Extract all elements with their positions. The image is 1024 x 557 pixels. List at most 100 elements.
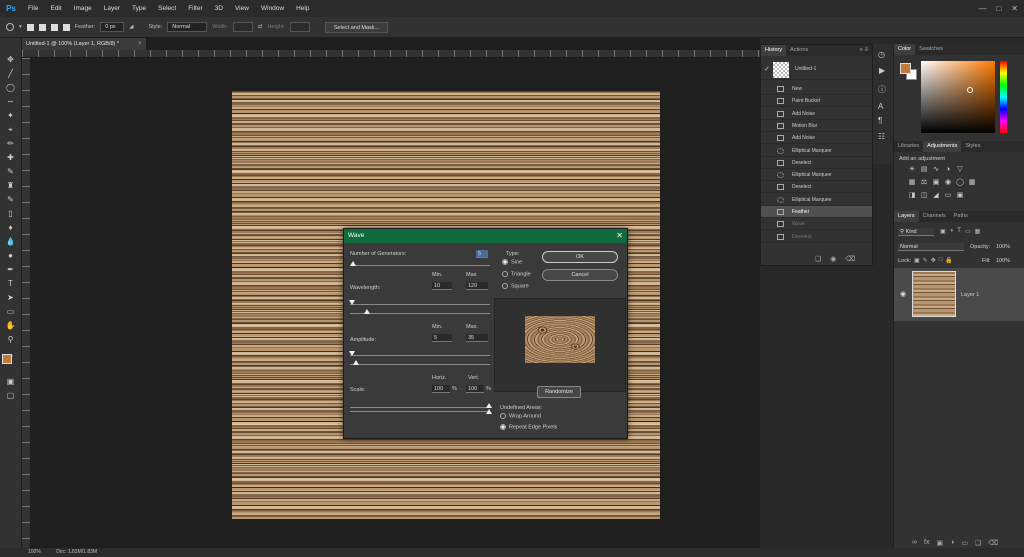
color-lookup-icon[interactable]: ▦ bbox=[968, 179, 976, 187]
type-sine-option[interactable]: Sine bbox=[502, 259, 522, 265]
invert-icon[interactable]: ◨ bbox=[908, 192, 916, 200]
lock-position-icon[interactable]: ✥ bbox=[931, 257, 936, 264]
magic-wand-icon[interactable]: ✦ bbox=[4, 110, 17, 121]
selective-color-icon[interactable]: ▣ bbox=[956, 192, 964, 200]
wavelength-min-knob[interactable] bbox=[349, 300, 355, 305]
link-layers-icon[interactable]: ∞ bbox=[912, 539, 917, 547]
new-adjustment-icon[interactable]: ◑ bbox=[950, 539, 954, 547]
gradient-map-icon[interactable]: ▭ bbox=[944, 192, 952, 200]
type-tool-icon[interactable]: T bbox=[4, 278, 17, 289]
menu-3d[interactable]: 3D bbox=[209, 0, 229, 17]
history-snapshot[interactable]: ✓ Untitled-1 bbox=[761, 60, 872, 80]
subtract-selection-icon[interactable] bbox=[50, 23, 58, 31]
history-brush-icon[interactable]: ✎ bbox=[4, 194, 17, 205]
triangle-radio[interactable] bbox=[502, 271, 508, 277]
lasso-tool-icon[interactable]: ∽ bbox=[4, 96, 17, 107]
close-icon[interactable]: ✕ bbox=[1011, 0, 1018, 17]
fill-input[interactable]: 100% bbox=[996, 258, 1010, 264]
intersect-selection-icon[interactable] bbox=[62, 23, 70, 31]
menu-image[interactable]: Image bbox=[68, 0, 98, 17]
curves-icon[interactable]: ∿ bbox=[932, 166, 940, 174]
camera-icon[interactable]: ◉ bbox=[830, 255, 836, 263]
select-and-mask-button[interactable]: Select and Mask... bbox=[324, 21, 389, 33]
brush-tool-icon[interactable]: ✎ bbox=[4, 166, 17, 177]
generators-slider-knob[interactable] bbox=[350, 261, 356, 266]
minimize-icon[interactable]: — bbox=[978, 0, 986, 17]
color-balance-icon[interactable]: ⚖ bbox=[920, 179, 928, 187]
tab-swatches[interactable]: Swatches bbox=[915, 44, 947, 55]
zoom-tool-icon[interactable]: ⚲ bbox=[4, 334, 17, 345]
blur-tool-icon[interactable]: 💧 bbox=[4, 236, 17, 247]
add-selection-icon[interactable] bbox=[38, 23, 46, 31]
blend-mode-select[interactable]: Normal bbox=[898, 243, 964, 251]
scale-horiz-track[interactable] bbox=[350, 407, 490, 408]
wavelength-max-knob[interactable] bbox=[364, 309, 370, 314]
tab-paths[interactable]: Paths bbox=[950, 211, 972, 222]
layer-row[interactable]: ◉ Layer 1 bbox=[894, 268, 1024, 321]
opacity-input[interactable]: 100% bbox=[996, 244, 1010, 250]
tab-layers[interactable]: Layers bbox=[894, 211, 919, 222]
scale-vert-knob[interactable] bbox=[486, 409, 492, 414]
posterize-icon[interactable]: ◫ bbox=[920, 192, 928, 200]
history-item[interactable]: New bbox=[761, 83, 872, 95]
menu-edit[interactable]: Edit bbox=[44, 0, 67, 17]
new-document-from-state-icon[interactable]: ❏ bbox=[815, 255, 821, 263]
tab-adjustments[interactable]: Adjustments bbox=[923, 141, 962, 152]
wavelength-min-input[interactable]: 10 bbox=[432, 282, 452, 290]
generators-input[interactable]: 5 bbox=[476, 250, 488, 258]
new-layer-icon[interactable]: ❏ bbox=[975, 539, 981, 547]
quick-mask-icon[interactable]: ▣ bbox=[4, 376, 17, 387]
tab-history[interactable]: History bbox=[761, 45, 787, 56]
history-item[interactable]: Deselect bbox=[761, 181, 872, 194]
filter-kind-select[interactable]: ⚲ Kind bbox=[898, 228, 934, 236]
menu-type[interactable]: Type bbox=[126, 0, 152, 17]
info-icon[interactable]: ⓘ bbox=[878, 84, 886, 95]
dialog-close-icon[interactable]: ✕ bbox=[616, 229, 623, 243]
tab-actions[interactable]: Actions bbox=[786, 45, 812, 56]
scale-horiz-knob[interactable] bbox=[486, 403, 492, 408]
foreground-color-chip[interactable] bbox=[900, 63, 911, 74]
levels-icon[interactable]: ▤ bbox=[920, 166, 928, 174]
lock-pixels-icon[interactable]: ✎ bbox=[923, 257, 928, 264]
tab-styles[interactable]: Styles bbox=[961, 141, 984, 152]
maximize-icon[interactable]: □ bbox=[996, 0, 1001, 17]
anti-alias-icon[interactable]: ◢ bbox=[129, 24, 133, 30]
menu-help[interactable]: Help bbox=[290, 0, 315, 17]
history-item[interactable]: Deselect bbox=[761, 231, 872, 243]
color-field[interactable] bbox=[921, 61, 995, 133]
wavelength-max-track[interactable] bbox=[350, 313, 490, 314]
amplitude-min-track[interactable] bbox=[350, 355, 490, 356]
filter-pixel-icon[interactable]: ▣ bbox=[940, 228, 946, 235]
history-item[interactable]: Elliptical Marquee bbox=[761, 169, 872, 182]
panel-menu-icon[interactable]: » ≡ bbox=[859, 45, 868, 56]
history-item[interactable]: Deselect bbox=[761, 157, 872, 169]
channel-mixer-icon[interactable]: ◯ bbox=[956, 179, 964, 187]
lock-transparent-icon[interactable]: ▣ bbox=[914, 257, 920, 264]
repeat-edge-radio[interactable] bbox=[500, 424, 506, 430]
healing-brush-icon[interactable]: ✚ bbox=[4, 152, 17, 163]
artboard-tool-icon[interactable]: ╱ bbox=[4, 68, 17, 79]
document-tab[interactable]: Untitled-1 @ 100% (Layer 1, RGB/8) * bbox=[22, 38, 146, 50]
generators-slider-track[interactable] bbox=[350, 265, 490, 266]
eraser-tool-icon[interactable]: ▯ bbox=[4, 208, 17, 219]
black-white-icon[interactable]: ▣ bbox=[932, 179, 940, 187]
lock-artboard-icon[interactable]: □ bbox=[939, 257, 943, 264]
history-item[interactable]: Wave bbox=[761, 218, 872, 231]
layer-style-icon[interactable]: fx bbox=[924, 539, 929, 547]
menu-select[interactable]: Select bbox=[152, 0, 182, 17]
dodge-tool-icon[interactable]: ● bbox=[4, 250, 17, 261]
rectangle-tool-icon[interactable]: ▭ bbox=[4, 306, 17, 317]
trash-icon[interactable]: ⌫ bbox=[845, 255, 855, 263]
history-brush-source-icon[interactable]: ✓ bbox=[764, 65, 770, 73]
menu-file[interactable]: File bbox=[22, 0, 44, 17]
tab-close-icon[interactable]: × bbox=[138, 38, 142, 50]
eyedropper-icon[interactable]: ✏ bbox=[4, 138, 17, 149]
chevron-down-icon[interactable]: ▾ bbox=[19, 24, 22, 30]
hand-tool-icon[interactable]: ✋ bbox=[4, 320, 17, 331]
style-select[interactable]: Normal bbox=[167, 22, 208, 32]
paint-bucket-icon[interactable]: ♦ bbox=[4, 222, 17, 233]
new-selection-icon[interactable] bbox=[26, 23, 34, 31]
wrap-around-radio[interactable] bbox=[500, 413, 506, 419]
wrap-around-option[interactable]: Wrap Around bbox=[500, 413, 541, 419]
scale-vert-track[interactable] bbox=[350, 411, 490, 412]
